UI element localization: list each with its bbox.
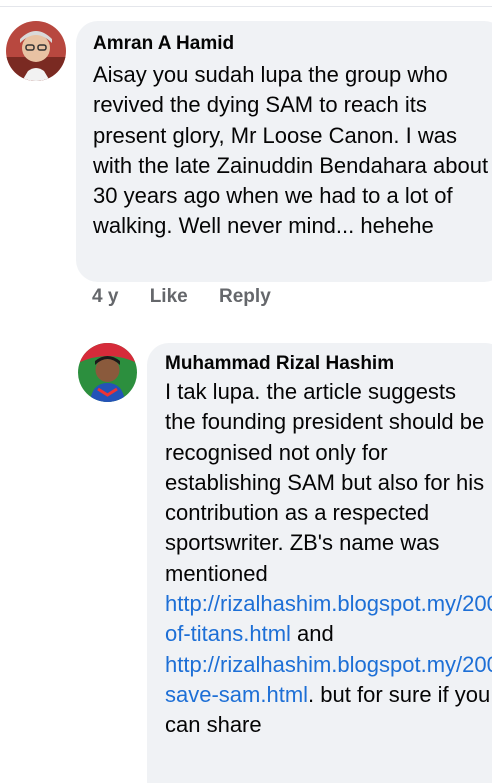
comment-thread: Amran A Hamid Aisay you sudah lupa the g… (0, 0, 492, 783)
person-avatar-icon (78, 343, 137, 402)
comment-timestamp[interactable]: 4 y (92, 286, 118, 307)
reply-text-part1: I tak lupa. the article suggests the fou… (165, 379, 485, 586)
comment-text: Aisay you sudah lupa the group who reviv… (93, 62, 489, 239)
comment-bubble: Amran A Hamid Aisay you sudah lupa the g… (76, 21, 492, 282)
reply-text: I tak lupa. the article suggests the fou… (165, 377, 492, 741)
reply-bubble: Muhammad Rizal Hashim I tak lupa. the ar… (147, 343, 492, 783)
reply-button[interactable]: Reply (219, 286, 271, 307)
comment-author[interactable]: Amran A Hamid (93, 33, 492, 55)
divider (0, 6, 492, 7)
person-avatar-icon (6, 21, 66, 81)
like-button[interactable]: Like (150, 286, 188, 307)
avatar-amran[interactable] (6, 21, 66, 81)
avatar-rizal[interactable] (78, 343, 137, 402)
reply-author[interactable]: Muhammad Rizal Hashim (165, 353, 492, 375)
reply-text-and: and (290, 621, 334, 647)
comment-actions: 4 y Like Reply (92, 286, 297, 308)
